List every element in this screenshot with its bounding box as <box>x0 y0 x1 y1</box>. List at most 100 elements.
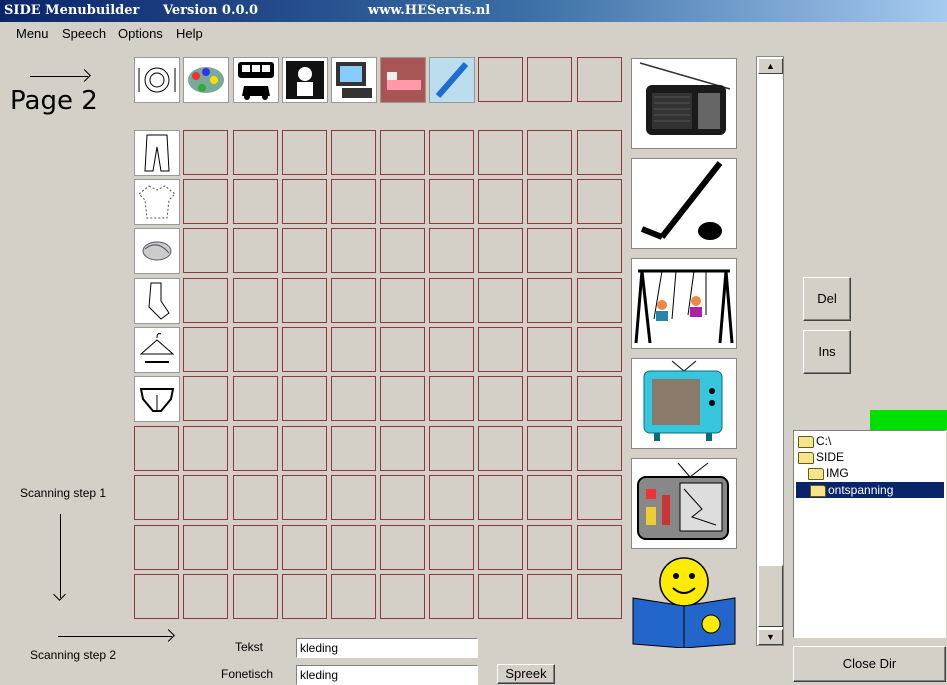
grid-cell[interactable] <box>478 475 523 520</box>
broken-tv-icon[interactable] <box>631 458 737 549</box>
grid-cell[interactable] <box>134 574 179 619</box>
computer-icon[interactable] <box>331 57 377 103</box>
grid-cell[interactable] <box>478 278 523 323</box>
grid-cell[interactable] <box>183 179 228 224</box>
grid-cell[interactable] <box>577 475 622 520</box>
grid-cell[interactable] <box>282 426 327 471</box>
grid-cell[interactable] <box>577 426 622 471</box>
grid-cell[interactable] <box>478 130 523 175</box>
grid-cell[interactable] <box>183 426 228 471</box>
tree-item-side[interactable]: SIDE <box>798 449 844 465</box>
grid-cell[interactable] <box>183 228 228 273</box>
grid-cell[interactable] <box>478 57 523 102</box>
grid-cell[interactable] <box>380 376 425 421</box>
hockey-icon[interactable] <box>631 158 737 249</box>
ins-button[interactable]: Ins <box>803 330 851 374</box>
grid-cell[interactable] <box>282 525 327 570</box>
grid-cell[interactable] <box>577 327 622 372</box>
grid-cell[interactable] <box>429 376 474 421</box>
grid-cell[interactable] <box>331 376 376 421</box>
del-button[interactable]: Del <box>803 277 851 321</box>
grid-cell[interactable] <box>183 278 228 323</box>
grid-cell[interactable] <box>478 228 523 273</box>
trousers-icon[interactable] <box>134 130 180 176</box>
grid-cell[interactable] <box>380 327 425 372</box>
grid-cell[interactable] <box>527 228 572 273</box>
grid-cell[interactable] <box>233 278 278 323</box>
grid-cell[interactable] <box>380 574 425 619</box>
grid-cell[interactable] <box>183 525 228 570</box>
grid-cell[interactable] <box>282 228 327 273</box>
grid-cell[interactable] <box>527 475 572 520</box>
close-dir-button[interactable]: Close Dir <box>793 646 946 682</box>
tree-item-ontspanning[interactable]: ontspanning <box>796 482 944 498</box>
grid-cell[interactable] <box>233 228 278 273</box>
grid-cell[interactable] <box>429 278 474 323</box>
scroll-thumb[interactable] <box>758 565 783 627</box>
grid-cell[interactable] <box>478 376 523 421</box>
pencil-icon[interactable] <box>429 57 475 103</box>
grid-cell[interactable] <box>282 130 327 175</box>
grid-cell[interactable] <box>183 475 228 520</box>
grid-cell[interactable] <box>331 130 376 175</box>
grid-cell[interactable] <box>282 327 327 372</box>
grid-cell[interactable] <box>577 278 622 323</box>
grid-cell[interactable] <box>233 574 278 619</box>
grid-cell[interactable] <box>577 179 622 224</box>
tree-item-img[interactable]: IMG <box>808 465 849 481</box>
grid-cell[interactable] <box>380 475 425 520</box>
grid-cell[interactable] <box>478 426 523 471</box>
grid-cell[interactable] <box>527 327 572 372</box>
grid-cell[interactable] <box>577 574 622 619</box>
menu-item-help[interactable]: Help <box>176 26 203 41</box>
fonetisch-input[interactable]: kleding <box>296 665 478 685</box>
cloth-icon[interactable] <box>134 228 180 274</box>
grid-cell[interactable] <box>478 327 523 372</box>
grid-cell[interactable] <box>577 525 622 570</box>
tekst-input[interactable]: kleding <box>296 638 478 658</box>
grid-cell[interactable] <box>380 179 425 224</box>
grid-cell[interactable] <box>429 130 474 175</box>
grid-cell[interactable] <box>233 179 278 224</box>
tv-icon[interactable] <box>631 358 737 449</box>
shirt-icon[interactable] <box>134 179 180 225</box>
grid-cell[interactable] <box>233 376 278 421</box>
grid-cell[interactable] <box>527 278 572 323</box>
grid-cell[interactable] <box>233 426 278 471</box>
grid-cell[interactable] <box>527 376 572 421</box>
socks-icon[interactable] <box>134 278 180 324</box>
grid-cell[interactable] <box>134 426 179 471</box>
grid-cell[interactable] <box>331 228 376 273</box>
grid-cell[interactable] <box>331 574 376 619</box>
grid-cell[interactable] <box>282 574 327 619</box>
grid-cell[interactable] <box>331 426 376 471</box>
tree-item-c-drive[interactable]: C:\ <box>798 433 831 449</box>
paint-icon[interactable] <box>183 57 229 103</box>
grid-cell[interactable] <box>282 376 327 421</box>
grid-cell[interactable] <box>134 525 179 570</box>
grid-cell[interactable] <box>429 475 474 520</box>
grid-cell[interactable] <box>331 327 376 372</box>
grid-cell[interactable] <box>183 574 228 619</box>
radio-icon[interactable] <box>631 58 737 149</box>
grid-cell[interactable] <box>233 130 278 175</box>
grid-cell[interactable] <box>478 179 523 224</box>
grid-cell[interactable] <box>282 179 327 224</box>
vehicles-icon[interactable] <box>233 57 279 103</box>
grid-cell[interactable] <box>429 525 474 570</box>
scroll-up-button[interactable]: ▲ <box>758 58 783 74</box>
grid-cell[interactable] <box>527 130 572 175</box>
directory-tree[interactable]: C:\ SIDE IMG ontspanning <box>793 430 946 638</box>
swing-icon[interactable] <box>631 258 737 349</box>
grid-cell[interactable] <box>527 574 572 619</box>
grid-cell[interactable] <box>429 327 474 372</box>
grid-cell[interactable] <box>577 376 622 421</box>
dining-plate-icon[interactable] <box>134 57 180 103</box>
grid-cell[interactable] <box>478 525 523 570</box>
grid-cell[interactable] <box>380 228 425 273</box>
grid-cell[interactable] <box>429 426 474 471</box>
grid-cell[interactable] <box>527 179 572 224</box>
grid-cell[interactable] <box>183 376 228 421</box>
grid-cell[interactable] <box>282 278 327 323</box>
scroll-down-button[interactable]: ▼ <box>758 629 783 645</box>
